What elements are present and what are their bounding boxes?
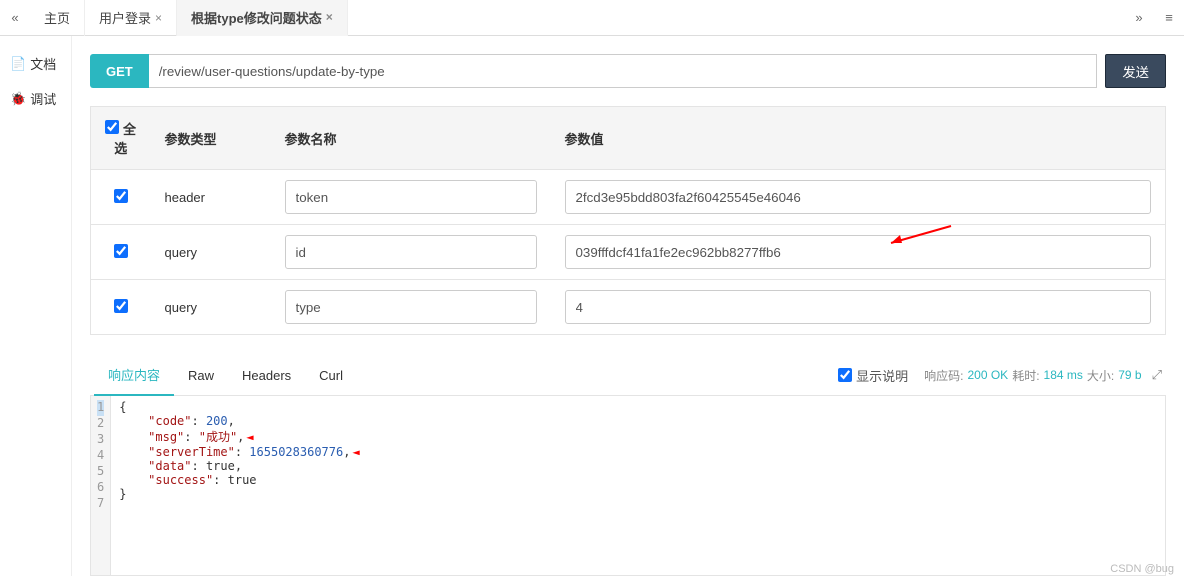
close-icon[interactable]: × xyxy=(155,11,162,25)
param-type-cell: query xyxy=(151,280,271,335)
params-table: 全选 参数类型 参数名称 参数值 header query xyxy=(90,106,1166,335)
send-button[interactable]: 发送 xyxy=(1105,54,1166,88)
param-value-input[interactable] xyxy=(565,290,1152,324)
param-name-input[interactable] xyxy=(285,290,537,324)
col-param-name: 参数名称 xyxy=(271,107,551,170)
watermark: CSDN @bug xyxy=(1110,563,1174,575)
bug-icon: 🐞 xyxy=(10,91,26,107)
col-param-type: 参数类型 xyxy=(151,107,271,170)
request-url-bar: GET 发送 xyxy=(90,54,1166,88)
tab-login[interactable]: 用户登录× xyxy=(85,0,177,36)
main-panel: GET 发送 全选 参数类型 参数名称 参数值 header xyxy=(72,36,1184,576)
close-icon[interactable]: × xyxy=(326,10,333,24)
response-meta: 响应码:200 OK 耗时:184 ms 大小:79 b ⤢ xyxy=(924,367,1162,384)
tabs-menu[interactable]: ≡ xyxy=(1154,10,1184,25)
row-checkbox[interactable] xyxy=(114,244,128,258)
select-all-checkbox[interactable] xyxy=(105,120,119,134)
http-method[interactable]: GET xyxy=(90,54,149,88)
tab-response-headers[interactable]: Headers xyxy=(228,358,305,393)
table-row: query xyxy=(91,225,1166,280)
param-type-cell: query xyxy=(151,225,271,280)
show-description-toggle[interactable]: 显示说明 xyxy=(838,366,908,385)
param-value-input[interactable] xyxy=(565,180,1152,214)
tab-current[interactable]: 根据type修改问题状态× xyxy=(177,0,348,36)
url-input[interactable] xyxy=(149,54,1098,88)
show-description-checkbox[interactable] xyxy=(838,368,852,382)
document-icon: 📄 xyxy=(10,56,26,72)
line-gutter: 1234567 xyxy=(91,396,111,575)
tab-response-curl[interactable]: Curl xyxy=(305,358,357,393)
table-row: header xyxy=(91,170,1166,225)
response-body: 1234567 { "code": 200, "msg": "成功",◄ "se… xyxy=(90,396,1166,576)
sidebar: 📄文档 🐞调试 xyxy=(0,36,72,576)
tab-response-content[interactable]: 响应内容 xyxy=(94,355,174,396)
expand-icon[interactable]: ⤢ xyxy=(1152,367,1162,383)
col-param-value: 参数值 xyxy=(551,107,1166,170)
sidebar-item-doc[interactable]: 📄文档 xyxy=(0,46,71,81)
tab-response-raw[interactable]: Raw xyxy=(174,358,228,393)
param-value-input[interactable] xyxy=(565,235,1152,269)
param-name-input[interactable] xyxy=(285,180,537,214)
param-type-cell: header xyxy=(151,170,271,225)
param-name-input[interactable] xyxy=(285,235,537,269)
response-json[interactable]: { "code": 200, "msg": "成功",◄ "serverTime… xyxy=(111,396,367,575)
response-tab-bar: 响应内容 Raw Headers Curl 显示说明 响应码:200 OK 耗时… xyxy=(90,355,1166,396)
sidebar-item-debug[interactable]: 🐞调试 xyxy=(0,81,71,116)
tabs-scroll-left[interactable]: « xyxy=(0,10,30,25)
table-row: query xyxy=(91,280,1166,335)
top-tab-bar: « 主页 用户登录× 根据type修改问题状态× » ≡ xyxy=(0,0,1184,36)
tabs-scroll-right[interactable]: » xyxy=(1124,10,1154,25)
tab-home[interactable]: 主页 xyxy=(30,0,85,36)
row-checkbox[interactable] xyxy=(114,299,128,313)
row-checkbox[interactable] xyxy=(114,189,128,203)
